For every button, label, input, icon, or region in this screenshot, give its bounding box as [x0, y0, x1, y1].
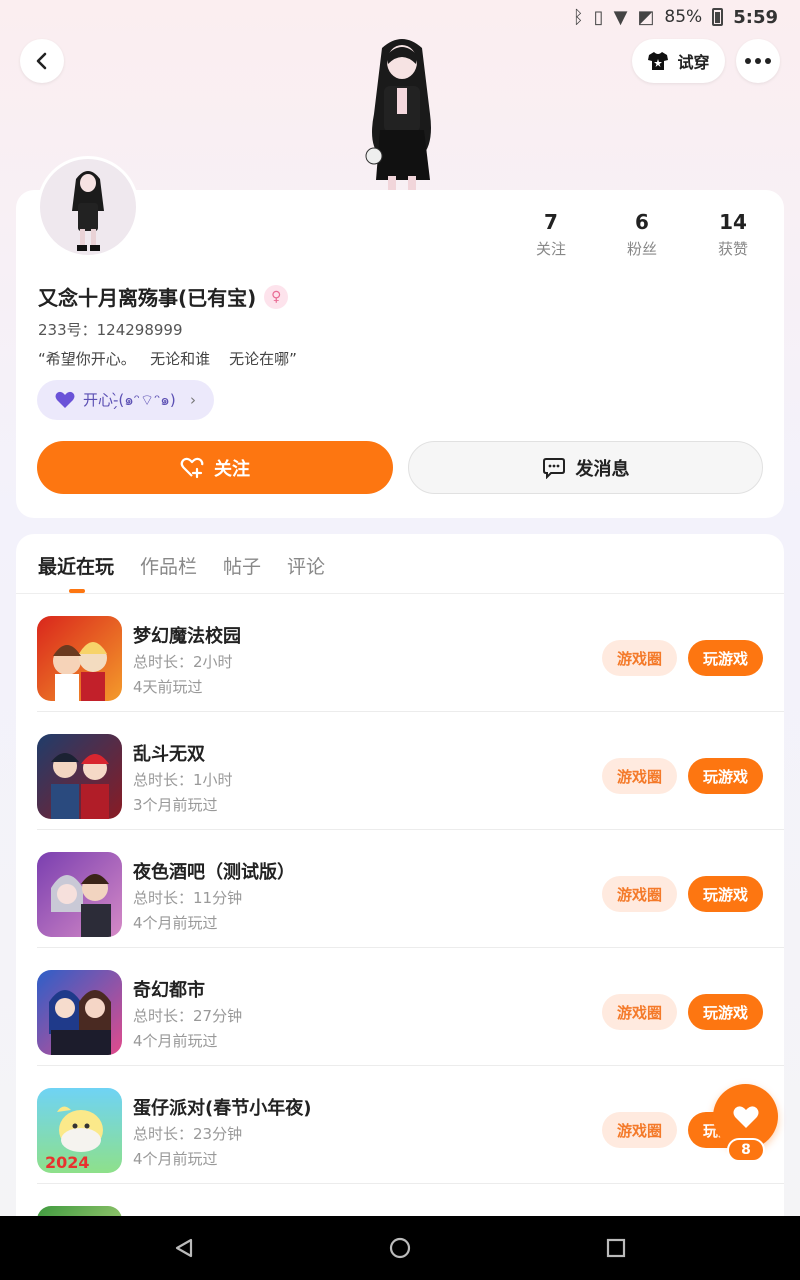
play-game-button[interactable]: 玩游戏	[688, 994, 763, 1030]
heart-icon	[733, 1105, 758, 1128]
game-list-item[interactable]: 梦幻魔法校园 总时长：2小时 4天前玩过 游戏圈 玩游戏	[37, 594, 784, 712]
game-duration: 总时长：1小时	[133, 771, 233, 789]
female-gender-icon: ♀	[264, 284, 289, 309]
avatar-character-figure	[365, 39, 431, 190]
nav-home-button[interactable]	[386, 1234, 414, 1262]
try-on-button[interactable]: 试穿	[632, 39, 725, 83]
triangle-back-icon	[175, 1238, 193, 1258]
clock: 5:59	[733, 6, 778, 28]
nav-recents-button[interactable]	[602, 1234, 630, 1262]
stat-likes[interactable]: 14 获赞	[693, 210, 773, 259]
try-on-label: 试穿	[677, 53, 710, 72]
mood-text: 开心-̗̀(๑ᵔ⌔ᵔ๑)	[83, 391, 176, 409]
game-duration: 总时长：27分钟	[133, 1007, 243, 1025]
game-last-played: 4天前玩过	[133, 678, 203, 696]
stat-following[interactable]: 7 关注	[511, 210, 591, 259]
game-last-played: 3个月前玩过	[133, 796, 218, 814]
profile-avatar[interactable]	[37, 156, 139, 258]
game-circle-button[interactable]: 游戏圈	[602, 994, 677, 1030]
shirt-icon	[648, 52, 669, 70]
more-options-button[interactable]	[736, 39, 780, 83]
send-message-button[interactable]: 发消息	[408, 441, 763, 494]
nav-back-button[interactable]	[170, 1234, 198, 1262]
game-duration: 总时长：11分钟	[133, 889, 243, 907]
stat-followers[interactable]: 6 粉丝	[602, 210, 682, 259]
more-dots-icon	[745, 58, 771, 64]
stat-value: 14	[719, 210, 747, 234]
system-nav-bar	[0, 1216, 800, 1280]
tab-recently-played[interactable]: 最近在玩	[38, 552, 114, 593]
tab-posts[interactable]: 帖子	[223, 552, 261, 593]
user-id: 233号：124298999	[38, 321, 183, 339]
stat-value: 7	[544, 210, 558, 234]
game-title: 梦幻魔法校园	[133, 626, 241, 647]
game-last-played: 4个月前玩过	[133, 1032, 218, 1050]
chevron-left-icon	[36, 52, 47, 70]
username: 又念十月离殇事(已有宝) ♀	[38, 282, 289, 311]
game-title: 蛋仔派对(春节小年夜)	[133, 1098, 312, 1119]
game-title: 乱斗无双	[133, 744, 205, 765]
square-recents-icon	[606, 1238, 626, 1258]
game-last-played: 4个月前玩过	[133, 914, 218, 932]
purple-heart-icon	[55, 391, 75, 408]
circle-home-icon	[389, 1237, 411, 1259]
game-circle-button[interactable]: 游戏圈	[602, 640, 677, 676]
status-bar: ᛒ ▯ ▼ ◩ 85% 5:59	[0, 0, 800, 34]
vibrate-icon: ▯	[593, 6, 604, 28]
game-list-item[interactable]: 乱斗无双 总时长：1小时 3个月前玩过 游戏圈 玩游戏	[37, 712, 784, 830]
game-circle-button[interactable]: 游戏圈	[602, 1112, 677, 1148]
game-icon	[37, 616, 122, 701]
chat-bubble-icon	[542, 457, 565, 479]
game-duration: 总时长：2小时	[133, 653, 233, 671]
game-last-played: 4个月前玩过	[133, 1150, 218, 1168]
profile-tabs: 最近在玩 作品栏 帖子 评论	[38, 552, 325, 593]
game-list-item[interactable]: 2024 蛋仔派对(春节小年夜) 总时长：23分钟 4个月前玩过 游戏圈 玩游戏	[37, 1066, 784, 1184]
svg-text:2024: 2024	[45, 1153, 90, 1172]
follow-label: 关注	[214, 458, 250, 480]
back-button[interactable]	[20, 39, 64, 83]
game-icon	[37, 970, 122, 1055]
avatar-figure-icon	[72, 171, 104, 251]
battery-percent: 85%	[664, 7, 703, 27]
stat-label: 获赞	[717, 240, 748, 258]
no-sim-icon: ◩	[637, 6, 655, 28]
message-label: 发消息	[575, 458, 630, 480]
game-icon	[37, 734, 122, 819]
game-title: 奇幻都市	[133, 980, 205, 1001]
user-bio: “希望你开心。 无论和谁 无论在哪”	[38, 350, 297, 368]
game-list-item[interactable]: 奇幻都市 总时长：27分钟 4个月前玩过 游戏圈 玩游戏	[37, 948, 784, 1066]
activity-card: 最近在玩 作品栏 帖子 评论 梦幻魔法校园 总时长：2小时 4天前玩过 游戏圈 …	[16, 534, 784, 1234]
stat-value: 6	[635, 210, 649, 234]
game-circle-button[interactable]: 游戏圈	[602, 876, 677, 912]
follow-button[interactable]: 关注	[37, 441, 393, 494]
tab-works[interactable]: 作品栏	[140, 552, 197, 593]
game-title: 夜色酒吧（测试版）	[133, 862, 295, 883]
stat-label: 关注	[535, 240, 566, 258]
mood-status-chip[interactable]: 开心-̗̀(๑ᵔ⌔ᵔ๑) ›	[37, 380, 214, 420]
tab-comments[interactable]: 评论	[287, 552, 325, 593]
bluetooth-icon: ᛒ	[572, 6, 584, 28]
game-icon: 2024	[37, 1088, 122, 1173]
chevron-right-icon: ›	[190, 391, 196, 409]
battery-icon	[712, 8, 724, 26]
wifi-icon: ▼	[613, 6, 628, 28]
game-duration: 总时长：23分钟	[133, 1125, 243, 1143]
stat-label: 粉丝	[626, 240, 657, 258]
game-circle-button[interactable]: 游戏圈	[602, 758, 677, 794]
play-game-button[interactable]: 玩游戏	[688, 876, 763, 912]
like-count-badge: 8	[727, 1138, 765, 1162]
heart-plus-icon	[180, 457, 204, 478]
username-text: 又念十月离殇事(已有宝)	[38, 286, 257, 310]
play-game-button[interactable]: 玩游戏	[688, 758, 763, 794]
play-game-button[interactable]: 玩游戏	[688, 640, 763, 676]
game-list-item[interactable]: 夜色酒吧（测试版） 总时长：11分钟 4个月前玩过 游戏圈 玩游戏	[37, 830, 784, 948]
game-icon	[37, 852, 122, 937]
